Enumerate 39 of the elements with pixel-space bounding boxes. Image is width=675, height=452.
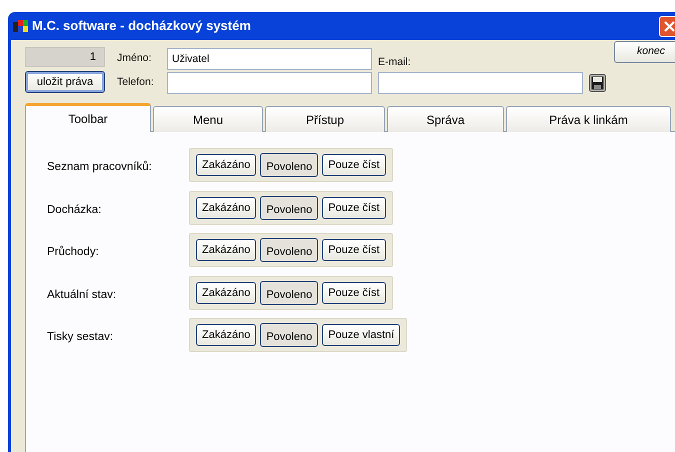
option-button[interactable]: Povoleno: [260, 323, 318, 347]
email-label: E-mail:: [378, 55, 412, 70]
phone-label: Telefon:: [117, 75, 155, 90]
tab[interactable]: Přístup: [265, 106, 385, 132]
save-rights-button[interactable]: uložit práva: [25, 71, 105, 93]
option-button[interactable]: Pouze číst: [322, 239, 386, 261]
save-icon[interactable]: [589, 74, 606, 92]
permission-label: Docházka:: [46, 202, 102, 218]
option-button[interactable]: Povoleno: [260, 280, 318, 304]
window-title: M.C. software - docházkový systém: [32, 17, 251, 36]
option-button[interactable]: Pouze číst: [322, 196, 386, 218]
permission-label: Seznam pracovníků:: [46, 160, 153, 176]
exit-button[interactable]: konec: [614, 41, 675, 63]
option-button[interactable]: Povoleno: [260, 153, 318, 177]
tab[interactable]: Menu: [153, 106, 263, 132]
option-button[interactable]: Zakázáno: [196, 154, 256, 176]
tab[interactable]: Práva k linkám: [506, 106, 671, 132]
option-button[interactable]: Zakázáno: [196, 282, 256, 304]
email-input[interactable]: [378, 72, 583, 94]
permission-label: Průchody:: [46, 244, 100, 260]
name-label: Jméno:: [117, 51, 152, 66]
option-button[interactable]: Povoleno: [260, 196, 318, 220]
option-button[interactable]: Povoleno: [260, 238, 318, 262]
tab[interactable]: Toolbar: [25, 103, 151, 132]
permission-label: Tisky sestav:: [46, 330, 114, 346]
option-button[interactable]: Pouze vlastní: [322, 324, 400, 346]
phone-input[interactable]: [167, 72, 372, 94]
option-button[interactable]: Zakázáno: [196, 196, 256, 218]
tab[interactable]: Správa: [387, 106, 504, 132]
option-button[interactable]: Zakázáno: [196, 239, 256, 261]
close-icon: [663, 20, 675, 32]
option-button[interactable]: Zakázáno: [196, 324, 256, 346]
name-input[interactable]: Uživatel: [167, 48, 372, 70]
permission-label: Aktuální stav:: [46, 288, 118, 303]
app-logo-icon: [13, 19, 29, 33]
record-number-field: 1: [25, 47, 105, 67]
option-button[interactable]: Pouze číst: [322, 154, 386, 176]
close-button[interactable]: [659, 16, 675, 36]
option-button[interactable]: Pouze číst: [322, 282, 386, 304]
